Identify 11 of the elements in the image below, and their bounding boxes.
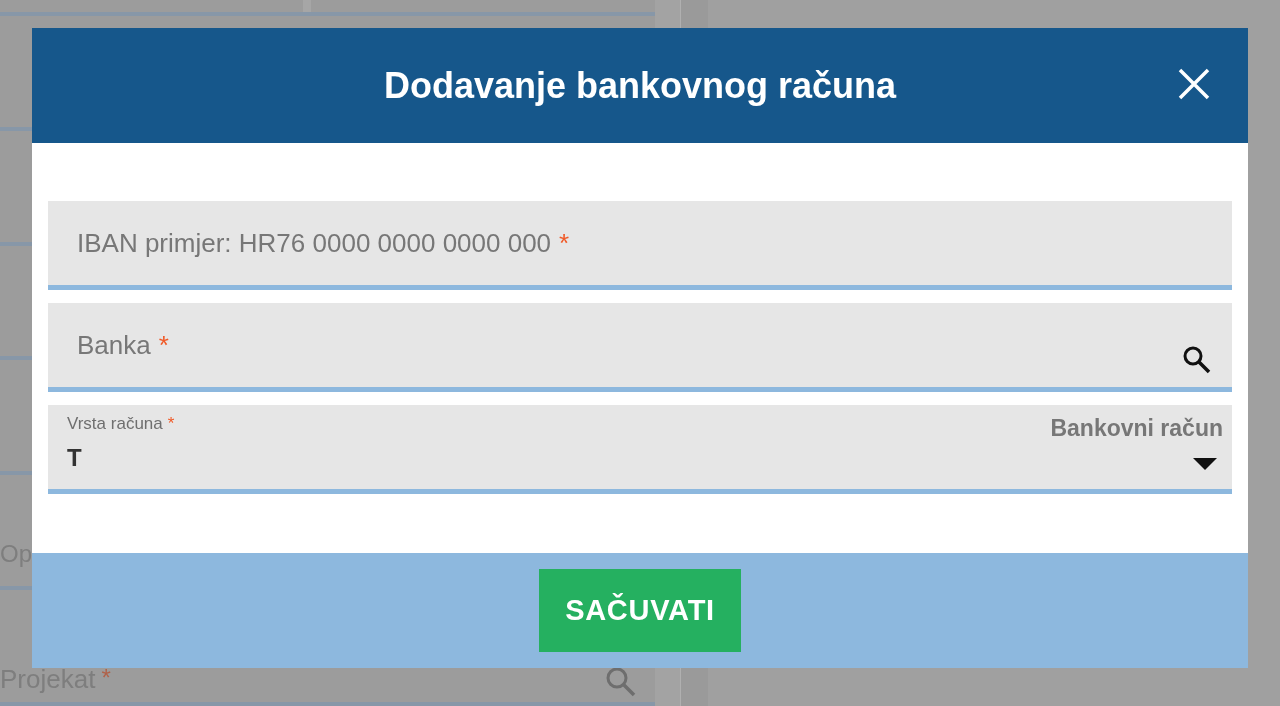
close-icon xyxy=(1176,66,1212,102)
close-button[interactable] xyxy=(1176,66,1212,102)
required-mark: * xyxy=(101,666,111,691)
search-icon xyxy=(605,666,637,699)
input-field[interactable]: IBAN primjer: HR76 0000 0000 0000 000 * xyxy=(48,201,1232,290)
dialog-title: Dodavanje bankovnog računa xyxy=(383,63,897,108)
search-field[interactable]: Banka * xyxy=(48,303,1232,392)
caret-icon xyxy=(1193,458,1217,470)
save-button[interactable]: SAČUVATI xyxy=(539,569,741,652)
search-icon xyxy=(1182,345,1212,375)
select-field[interactable]: Vrsta računa * T Bankovni račun xyxy=(48,405,1232,494)
